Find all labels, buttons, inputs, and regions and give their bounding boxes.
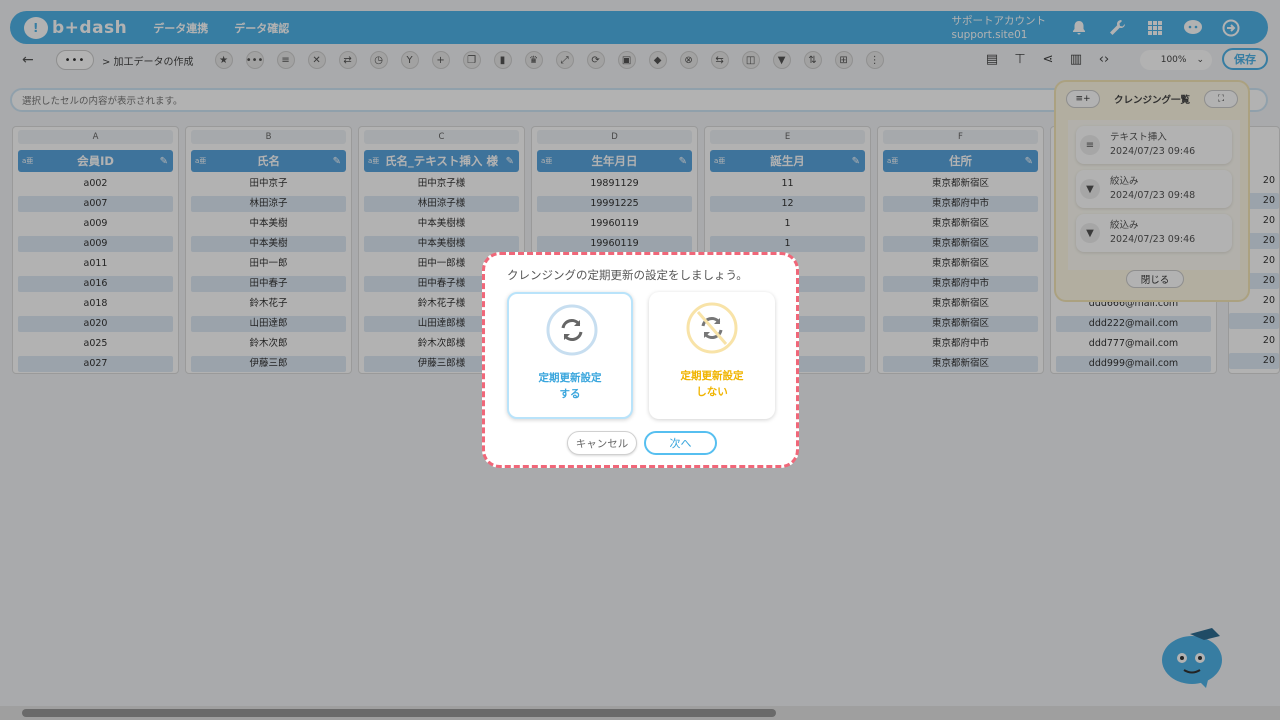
option-disable-schedule[interactable]: 定期更新設定 しない xyxy=(649,292,775,419)
app-root: ! b+dash データ連携 データ確認 サポートアカウント support.s… xyxy=(0,0,1280,720)
cancel-button[interactable]: キャンセル xyxy=(567,431,637,455)
option-no-line1: 定期更新設定 xyxy=(680,370,744,382)
option-no-line2: しない xyxy=(696,386,728,398)
refresh-off-icon xyxy=(686,302,738,354)
schedule-update-dialog: クレンジングの定期更新の設定をしましょう。 定期更新設定 する 定期更新設定 し… xyxy=(482,252,799,468)
next-button[interactable]: 次へ xyxy=(644,431,717,455)
option-yes-line2: する xyxy=(559,388,581,400)
refresh-icon xyxy=(546,304,598,356)
option-yes-line1: 定期更新設定 xyxy=(538,372,602,384)
option-enable-schedule[interactable]: 定期更新設定 する xyxy=(507,292,633,419)
dialog-title: クレンジングの定期更新の設定をしましょう。 xyxy=(507,268,748,282)
